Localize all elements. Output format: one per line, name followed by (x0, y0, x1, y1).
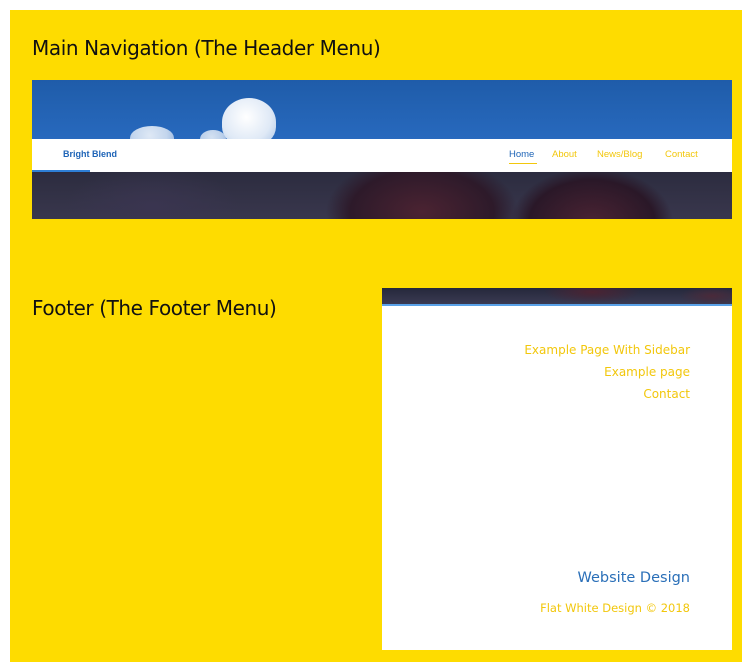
hero-photo (32, 172, 732, 219)
nav-active-indicator (509, 163, 537, 164)
footer-accent-line (382, 304, 732, 306)
footer-link-example-page[interactable]: Example page (524, 361, 690, 383)
footer-menu-heading: Footer (The Footer Menu) (32, 296, 277, 320)
footer-site-title[interactable]: Website Design (578, 570, 690, 586)
header-navbar: Bright Blend Home About News/Blog Contac… (32, 139, 732, 172)
site-logo[interactable]: Bright Blend (63, 149, 117, 159)
navbar-accent-line (32, 170, 90, 172)
footer-photo-strip (382, 288, 732, 304)
footer-link-sidebar-page[interactable]: Example Page With Sidebar (524, 339, 690, 361)
footer-copyright: Flat White Design © 2018 (540, 601, 690, 615)
nav-item-about[interactable]: About (552, 149, 577, 160)
page-canvas: Main Navigation (The Header Menu) Bright… (10, 10, 742, 662)
footer-links: Example Page With Sidebar Example page C… (524, 339, 690, 405)
nav-item-news-blog[interactable]: News/Blog (597, 149, 642, 160)
header-menu-heading: Main Navigation (The Header Menu) (32, 36, 381, 60)
header-menu-preview: Bright Blend Home About News/Blog Contac… (32, 80, 732, 219)
nav-item-home[interactable]: Home (509, 149, 534, 160)
footer-menu-preview: Example Page With Sidebar Example page C… (382, 288, 732, 650)
nav-item-contact[interactable]: Contact (665, 149, 698, 160)
footer-link-contact[interactable]: Contact (524, 383, 690, 405)
